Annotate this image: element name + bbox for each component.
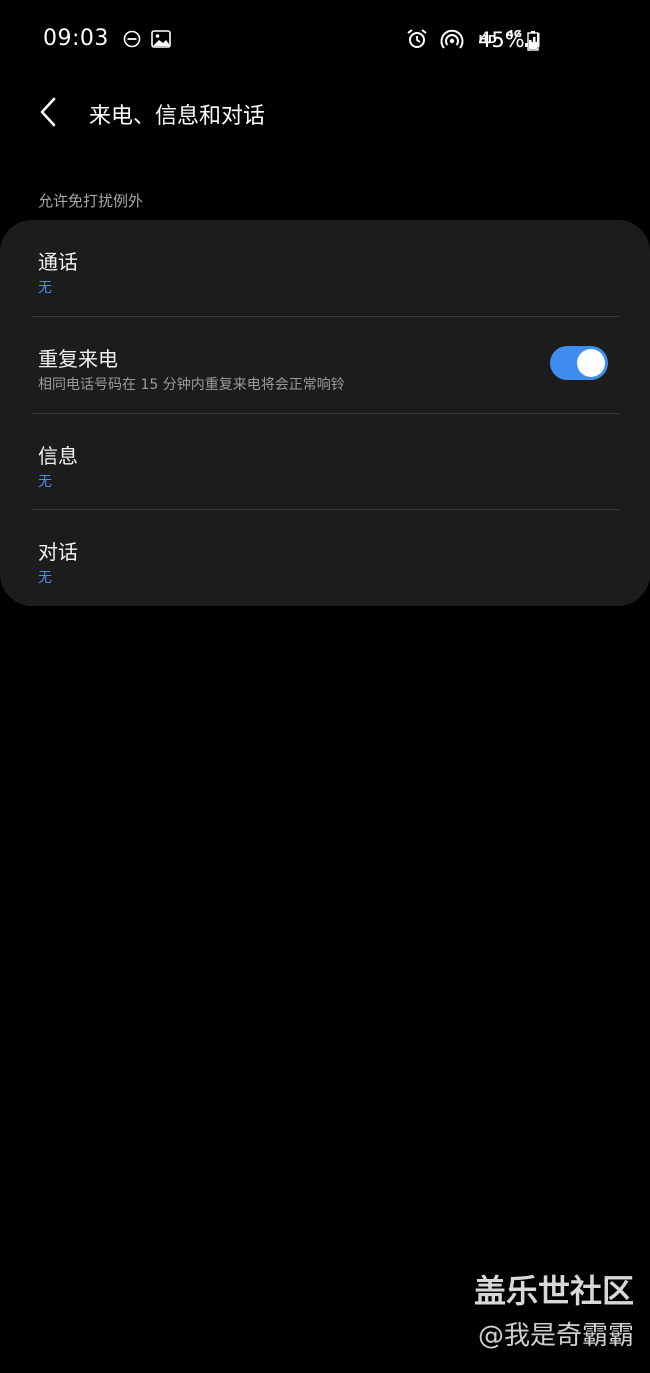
- gallery-icon: [151, 29, 171, 48]
- messages-item-title: 信息: [38, 444, 78, 468]
- chevron-left-icon: [40, 97, 56, 127]
- repeat-callers-item-subtitle: 相同电话号码在 15 分钟内重复来电将会正常响铃: [38, 377, 345, 393]
- clock: 09:03: [43, 26, 109, 51]
- section-label: 允许免打扰例外: [38, 192, 144, 210]
- messages-item[interactable]: 信息 无: [0, 414, 650, 510]
- hotspot-icon: [441, 29, 464, 49]
- repeat-callers-item-title: 重复来电: [38, 347, 118, 371]
- status-bar: 09:03 HD 4G 45%: [0, 0, 650, 82]
- calls-item-title: 通话: [38, 250, 78, 274]
- page-title: 来电、信息和对话: [89, 104, 266, 129]
- status-bar-left: 09:03: [43, 26, 171, 51]
- alarm-icon: [407, 29, 428, 48]
- repeat-callers-toggle[interactable]: [550, 346, 608, 380]
- toggle-knob: [577, 349, 605, 377]
- conversations-item[interactable]: 对话 无: [0, 510, 650, 606]
- calls-item[interactable]: 通话 无: [0, 220, 650, 316]
- watermark-title: 盖乐世社区: [473, 1272, 634, 1310]
- back-button[interactable]: [26, 90, 70, 134]
- repeat-callers-item[interactable]: 重复来电 相同电话号码在 15 分钟内重复来电将会正常响铃: [0, 317, 650, 413]
- battery-icon: [527, 31, 539, 51]
- messages-item-subtitle: 无: [38, 474, 52, 490]
- battery-percent: 45%: [478, 28, 525, 52]
- dnd-icon: [123, 30, 141, 47]
- calls-item-subtitle: 无: [38, 280, 52, 296]
- watermark-handle: @我是奇霸霸: [477, 1321, 634, 1351]
- app-header: 来电、信息和对话: [0, 82, 650, 144]
- exceptions-card: 通话 无 重复来电 相同电话号码在 15 分钟内重复来电将会正常响铃 信息 无 …: [0, 220, 650, 606]
- conversations-item-subtitle: 无: [38, 570, 52, 586]
- conversations-item-title: 对话: [38, 540, 78, 564]
